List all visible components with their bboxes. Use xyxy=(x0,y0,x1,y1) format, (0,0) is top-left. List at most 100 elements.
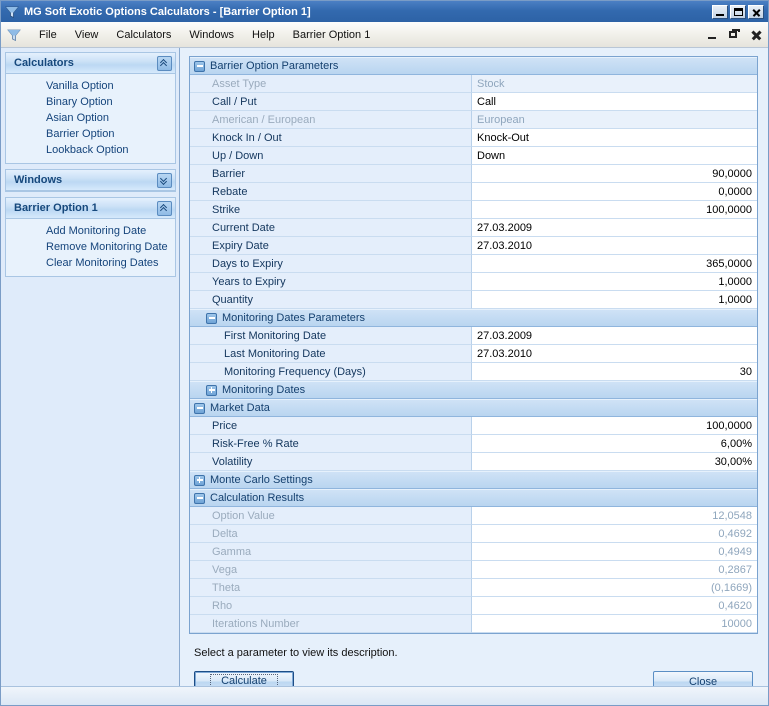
minimize-icon[interactable] xyxy=(712,4,728,19)
parameter-grid: Barrier Option Parameters Asset Type Stock… xyxy=(189,56,758,634)
mdi-close-icon[interactable] xyxy=(751,29,762,41)
grid-row-value[interactable]: 365,0000 xyxy=(472,255,757,273)
grid-row-value[interactable]: 0,0000 xyxy=(472,183,757,201)
grid-row-label[interactable]: Monitoring Frequency (Days) xyxy=(190,363,472,381)
funnel-icon xyxy=(6,27,22,43)
grid-row-label[interactable]: Option Value xyxy=(190,507,472,525)
grid-row-value[interactable]: 30,00% xyxy=(472,453,757,471)
grid-row-label[interactable]: Strike xyxy=(190,201,472,219)
menu-item-windows[interactable]: Windows xyxy=(180,26,243,44)
grid-row-value[interactable]: Down xyxy=(472,147,757,165)
grid-section-label: Barrier Option Parameters xyxy=(210,60,339,72)
grid-row-label[interactable]: Quantity xyxy=(190,291,472,309)
funnel-icon xyxy=(4,4,20,20)
grid-row-label[interactable]: Call / Put xyxy=(190,93,472,111)
grid-row-label[interactable]: Vega xyxy=(190,561,472,579)
grid-row-value[interactable]: 1,0000 xyxy=(472,291,757,309)
grid-row-label[interactable]: Last Monitoring Date xyxy=(190,345,472,363)
grid-row-label[interactable]: Price xyxy=(190,417,472,435)
grid-row-value[interactable]: 1,0000 xyxy=(472,273,757,291)
grid-row-label[interactable]: Years to Expiry xyxy=(190,273,472,291)
title-bar: MG Soft Exotic Options Calculators - [Ba… xyxy=(1,1,768,22)
grid-row-label[interactable]: Theta xyxy=(190,579,472,597)
grid-row-value[interactable]: 27.03.2010 xyxy=(472,237,757,255)
content-area: Barrier Option Parameters Asset Type Stock… xyxy=(180,48,768,692)
sidebar-panel-header-windows[interactable]: Windows xyxy=(6,170,175,191)
grid-row-label[interactable]: Asset Type xyxy=(190,75,472,93)
chevron-down-icon[interactable] xyxy=(157,172,172,188)
grid-row-label[interactable]: Current Date xyxy=(190,219,472,237)
grid-row-value[interactable]: Call xyxy=(472,93,757,111)
grid-row-value[interactable]: 27.03.2009 xyxy=(472,327,757,345)
sidebar-item-add-monitoring-date[interactable]: Add Monitoring Date xyxy=(6,223,175,239)
sidebar-item-remove-monitoring-date[interactable]: Remove Monitoring Date xyxy=(6,239,175,255)
sidebar-panel-header-calculators[interactable]: Calculators xyxy=(6,53,175,74)
grid-row-value[interactable]: 30 xyxy=(472,363,757,381)
minus-box-icon[interactable] xyxy=(206,312,217,324)
grid-row-value[interactable]: 90,0000 xyxy=(472,165,757,183)
grid-section-header[interactable]: Market Data xyxy=(190,399,757,417)
chevron-up-icon[interactable] xyxy=(157,55,172,71)
sidebar-panel-title: Barrier Option 1 xyxy=(14,202,98,214)
close-icon[interactable] xyxy=(748,4,764,19)
sidebar: Calculators Vanilla Option Binary Option… xyxy=(1,48,180,686)
description-text: Select a parameter to view its descripti… xyxy=(194,647,398,659)
grid-row-label[interactable]: Rebate xyxy=(190,183,472,201)
grid-row-value[interactable]: 100,0000 xyxy=(472,201,757,219)
sidebar-item-lookback-option[interactable]: Lookback Option xyxy=(6,142,175,158)
grid-row-label[interactable]: Barrier xyxy=(190,165,472,183)
menu-item-calculators[interactable]: Calculators xyxy=(107,26,180,44)
menu-item-help[interactable]: Help xyxy=(243,26,284,44)
minus-box-icon[interactable] xyxy=(194,402,205,414)
plus-box-icon[interactable] xyxy=(206,384,217,396)
grid-section-header[interactable]: Monitoring Dates xyxy=(190,381,757,399)
maximize-icon[interactable] xyxy=(730,4,746,19)
grid-row-label[interactable]: Volatility xyxy=(190,453,472,471)
menu-item-view[interactable]: View xyxy=(66,26,108,44)
grid-row-value[interactable]: 27.03.2010 xyxy=(472,345,757,363)
grid-row-label[interactable]: Expiry Date xyxy=(190,237,472,255)
grid-row-label[interactable]: Days to Expiry xyxy=(190,255,472,273)
grid-row-label[interactable]: American / European xyxy=(190,111,472,129)
sidebar-item-barrier-option[interactable]: Barrier Option xyxy=(6,126,175,142)
sidebar-item-binary-option[interactable]: Binary Option xyxy=(6,94,175,110)
grid-row-value: 12,0548 xyxy=(472,507,757,525)
sidebar-panel-calculators: Calculators Vanilla Option Binary Option… xyxy=(5,52,176,164)
grid-row-label[interactable]: Knock In / Out xyxy=(190,129,472,147)
grid-section-label: Calculation Results xyxy=(210,492,305,504)
grid-row-value[interactable]: 100,0000 xyxy=(472,417,757,435)
grid-row-value[interactable]: 27.03.2009 xyxy=(472,219,757,237)
grid-row-label[interactable]: Risk-Free % Rate xyxy=(190,435,472,453)
grid-row-value[interactable]: Knock-Out xyxy=(472,129,757,147)
minus-box-icon[interactable] xyxy=(194,60,205,72)
sidebar-panel-body-barrier-option-1: Add Monitoring Date Remove Monitoring Da… xyxy=(6,219,175,276)
grid-section-label: Monitoring Dates Parameters xyxy=(222,312,366,324)
menu-item-barrier-option-1[interactable]: Barrier Option 1 xyxy=(284,26,380,44)
grid-row-value[interactable]: 6,00% xyxy=(472,435,757,453)
mdi-minimize-icon[interactable] xyxy=(707,29,718,41)
grid-row-label[interactable]: First Monitoring Date xyxy=(190,327,472,345)
grid-section-header[interactable]: Barrier Option Parameters xyxy=(190,57,757,75)
grid-row-value: 0,4620 xyxy=(472,597,757,615)
sidebar-item-vanilla-option[interactable]: Vanilla Option xyxy=(6,78,175,94)
mdi-restore-icon[interactable] xyxy=(729,28,740,41)
grid-row-label[interactable]: Up / Down xyxy=(190,147,472,165)
grid-row-label[interactable]: Delta xyxy=(190,525,472,543)
chevron-up-icon[interactable] xyxy=(157,200,172,216)
sidebar-item-clear-monitoring-dates[interactable]: Clear Monitoring Dates xyxy=(6,255,175,271)
grid-section-header[interactable]: Calculation Results xyxy=(190,489,757,507)
grid-row-value: Stock xyxy=(472,75,757,93)
grid-row-label[interactable]: Rho xyxy=(190,597,472,615)
grid-section-header[interactable]: Monte Carlo Settings xyxy=(190,471,757,489)
grid-row-label[interactable]: Iterations Number xyxy=(190,615,472,633)
plus-box-icon[interactable] xyxy=(194,474,205,486)
minus-box-icon[interactable] xyxy=(194,492,205,504)
grid-row-value: 0,4692 xyxy=(472,525,757,543)
sidebar-panel-body-calculators: Vanilla Option Binary Option Asian Optio… xyxy=(6,74,175,163)
sidebar-item-asian-option[interactable]: Asian Option xyxy=(6,110,175,126)
mdi-window-controls xyxy=(707,22,762,47)
menu-item-file[interactable]: File xyxy=(30,26,66,44)
sidebar-panel-header-barrier-option-1[interactable]: Barrier Option 1 xyxy=(6,198,175,219)
grid-row-label[interactable]: Gamma xyxy=(190,543,472,561)
grid-section-header[interactable]: Monitoring Dates Parameters xyxy=(190,309,757,327)
